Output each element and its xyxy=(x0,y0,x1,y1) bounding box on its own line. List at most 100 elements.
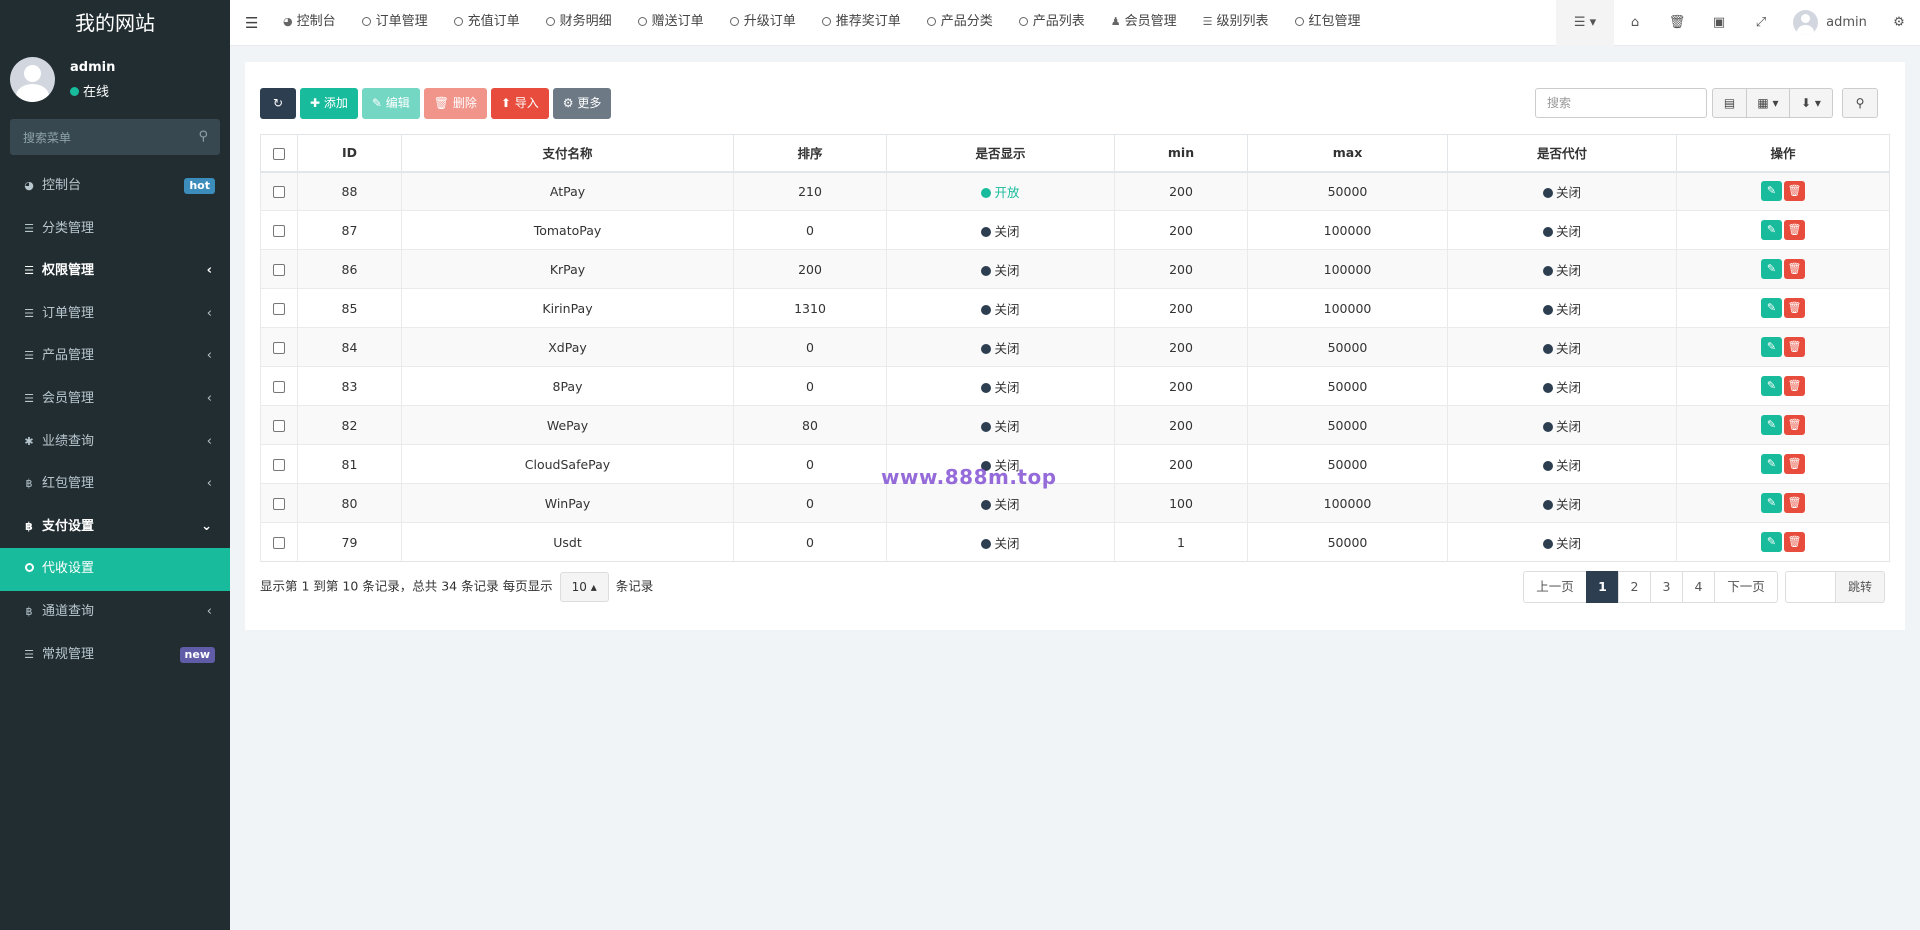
sidebar-item-5[interactable]: ☰ 会员管理 ‹ xyxy=(0,378,230,421)
payout-status-toggle[interactable]: 关闭 xyxy=(1542,455,1581,474)
sidebar-item-8[interactable]: ฿ 支付设置 ⌄ xyxy=(0,506,230,549)
row-delete-button[interactable]: 🗑 xyxy=(1784,454,1805,474)
col-name[interactable]: 支付名称 xyxy=(401,134,734,173)
row-delete-button[interactable]: 🗑 xyxy=(1784,415,1805,435)
sidebar-item-3[interactable]: ☰ 订单管理 ‹ xyxy=(0,293,230,336)
edit-button[interactable]: ✎ 编辑 xyxy=(361,88,420,119)
col-max[interactable]: max xyxy=(1247,134,1448,173)
col-payout[interactable]: 是否代付 xyxy=(1447,134,1677,173)
table-row[interactable]: 83 8Pay 0 关闭 200 50000 关闭 ✎ 🗑 xyxy=(260,366,1890,406)
page-4-button[interactable]: 4 xyxy=(1682,571,1715,603)
sidebar-item-6[interactable]: ✱ 业绩查询 ‹ xyxy=(0,421,230,464)
table-row[interactable]: 86 KrPay 200 关闭 200 100000 关闭 ✎ 🗑 xyxy=(260,249,1890,289)
row-edit-button[interactable]: ✎ xyxy=(1761,493,1782,513)
table-row[interactable]: 80 WinPay 0 关闭 100 100000 关闭 ✎ 🗑 xyxy=(260,483,1890,523)
table-row[interactable]: 84 XdPay 0 关闭 200 50000 关闭 ✎ 🗑 xyxy=(260,327,1890,367)
advanced-search-button[interactable]: ⚲ xyxy=(1842,88,1878,118)
row-checkbox[interactable] xyxy=(273,381,285,393)
export-button[interactable]: ⬇ ▾ xyxy=(1789,88,1833,118)
payout-status-toggle[interactable]: 关闭 xyxy=(1542,416,1581,435)
row-checkbox[interactable] xyxy=(273,537,285,549)
row-edit-button[interactable]: ✎ xyxy=(1761,454,1782,474)
sidebar-item-1[interactable]: ☰ 分类管理 xyxy=(0,208,230,251)
col-show[interactable]: 是否显示 xyxy=(886,134,1115,173)
row-checkbox[interactable] xyxy=(273,498,285,510)
refresh-button[interactable]: ↻ xyxy=(260,88,296,119)
add-button[interactable]: ✚ 添加 xyxy=(300,88,358,119)
table-row[interactable]: 82 WePay 80 关闭 200 50000 关闭 ✎ 🗑 xyxy=(260,405,1890,445)
row-edit-button[interactable]: ✎ xyxy=(1761,220,1782,240)
show-status-toggle[interactable]: 关闭 xyxy=(981,221,1020,240)
col-sort[interactable]: 排序 xyxy=(733,134,887,173)
tab-3[interactable]: 财务明细 xyxy=(533,0,625,46)
tab-9[interactable]: ♟ 会员管理 xyxy=(1098,0,1190,46)
tab-2[interactable]: 充值订单 xyxy=(441,0,533,46)
sidebar-item-7[interactable]: ฿ 红包管理 ‹ xyxy=(0,463,230,506)
show-status-toggle[interactable]: 关闭 xyxy=(981,533,1020,552)
tab-7[interactable]: 产品分类 xyxy=(914,0,1006,46)
row-edit-button[interactable]: ✎ xyxy=(1761,376,1782,396)
page-1-button[interactable]: 1 xyxy=(1586,571,1619,603)
row-delete-button[interactable]: 🗑 xyxy=(1784,376,1805,396)
show-status-toggle[interactable]: 关闭 xyxy=(981,377,1020,396)
row-delete-button[interactable]: 🗑 xyxy=(1784,532,1805,552)
show-status-toggle[interactable]: 关闭 xyxy=(981,494,1020,513)
show-status-toggle[interactable]: 关闭 xyxy=(981,338,1020,357)
row-delete-button[interactable]: 🗑 xyxy=(1784,181,1805,202)
tab-0[interactable]: ◕ 控制台 xyxy=(270,0,349,46)
row-delete-button[interactable]: 🗑 xyxy=(1784,259,1805,279)
sidebar-item-0[interactable]: ◕ 控制台 hot xyxy=(0,165,230,208)
page-3-button[interactable]: 3 xyxy=(1650,571,1683,603)
trash-icon[interactable]: 🗑 xyxy=(1656,0,1698,46)
next-page-button[interactable]: 下一页 xyxy=(1714,571,1778,603)
settings-icon[interactable]: ⚙ xyxy=(1878,0,1920,46)
row-edit-button[interactable]: ✎ xyxy=(1761,532,1782,552)
payout-status-toggle[interactable]: 关闭 xyxy=(1542,299,1581,318)
sidebar-toggle-icon[interactable]: ☰ xyxy=(245,14,258,32)
import-button[interactable]: ⬆ 导入 xyxy=(490,88,549,119)
row-checkbox[interactable] xyxy=(273,264,285,276)
row-checkbox[interactable] xyxy=(273,459,285,471)
row-checkbox[interactable] xyxy=(273,420,285,432)
row-checkbox[interactable] xyxy=(273,303,285,315)
payout-status-toggle[interactable]: 关闭 xyxy=(1542,377,1581,396)
row-edit-button[interactable]: ✎ xyxy=(1761,415,1782,435)
sidebar-item-2[interactable]: ☰ 权限管理 ‹ xyxy=(0,250,230,293)
delete-button[interactable]: 🗑 删除 xyxy=(423,88,487,119)
row-checkbox[interactable] xyxy=(273,342,285,354)
table-row[interactable]: 88 AtPay 210 开放 200 50000 关闭 ✎ 🗑 xyxy=(260,171,1890,211)
toggle-view-button[interactable]: ▤ xyxy=(1712,88,1747,118)
tab-11[interactable]: 红包管理 xyxy=(1282,0,1374,46)
payout-status-toggle[interactable]: 关闭 xyxy=(1542,221,1581,240)
table-row[interactable]: 79 Usdt 0 关闭 1 50000 关闭 ✎ 🗑 xyxy=(260,522,1890,562)
payout-status-toggle[interactable]: 关闭 xyxy=(1542,533,1581,552)
fullscreen-icon[interactable]: ⤢ xyxy=(1740,0,1782,46)
site-logo[interactable]: 我的网站 xyxy=(0,0,230,46)
home-icon[interactable]: ⌂ xyxy=(1614,0,1656,46)
table-row[interactable]: 85 KirinPay 1310 关闭 200 100000 关闭 ✎ 🗑 xyxy=(260,288,1890,328)
payout-status-toggle[interactable]: 关闭 xyxy=(1542,494,1581,513)
payout-status-toggle[interactable]: 关闭 xyxy=(1542,260,1581,279)
row-edit-button[interactable]: ✎ xyxy=(1761,337,1782,357)
page-jump-button[interactable]: 跳转 xyxy=(1835,571,1885,603)
show-status-toggle[interactable]: 关闭 xyxy=(981,416,1020,435)
show-status-toggle[interactable]: 关闭 xyxy=(981,260,1020,279)
row-edit-button[interactable]: ✎ xyxy=(1761,298,1782,318)
user-menu[interactable]: admin xyxy=(1782,0,1878,46)
tab-6[interactable]: 推荐奖订单 xyxy=(809,0,914,46)
page-size-dropdown[interactable]: 10 ▴ xyxy=(559,572,609,602)
tabs-menu-toggle[interactable]: ☰ ▾ xyxy=(1556,0,1614,46)
row-delete-button[interactable]: 🗑 xyxy=(1784,220,1805,240)
table-row[interactable]: 87 TomatoPay 0 关闭 200 100000 关闭 ✎ 🗑 xyxy=(260,210,1890,250)
show-status-toggle[interactable]: 关闭 xyxy=(981,299,1020,318)
row-delete-button[interactable]: 🗑 xyxy=(1784,337,1805,357)
tab-4[interactable]: 赠送订单 xyxy=(625,0,717,46)
tab-5[interactable]: 升级订单 xyxy=(717,0,809,46)
show-status-toggle[interactable]: 开放 xyxy=(981,182,1020,201)
page-2-button[interactable]: 2 xyxy=(1618,571,1651,603)
row-edit-button[interactable]: ✎ xyxy=(1761,181,1782,202)
search-input[interactable] xyxy=(1536,89,1706,117)
tab-8[interactable]: 产品列表 xyxy=(1006,0,1098,46)
sidebar-item-4[interactable]: ☰ 产品管理 ‹ xyxy=(0,335,230,378)
language-icon[interactable]: ▣ xyxy=(1698,0,1740,46)
